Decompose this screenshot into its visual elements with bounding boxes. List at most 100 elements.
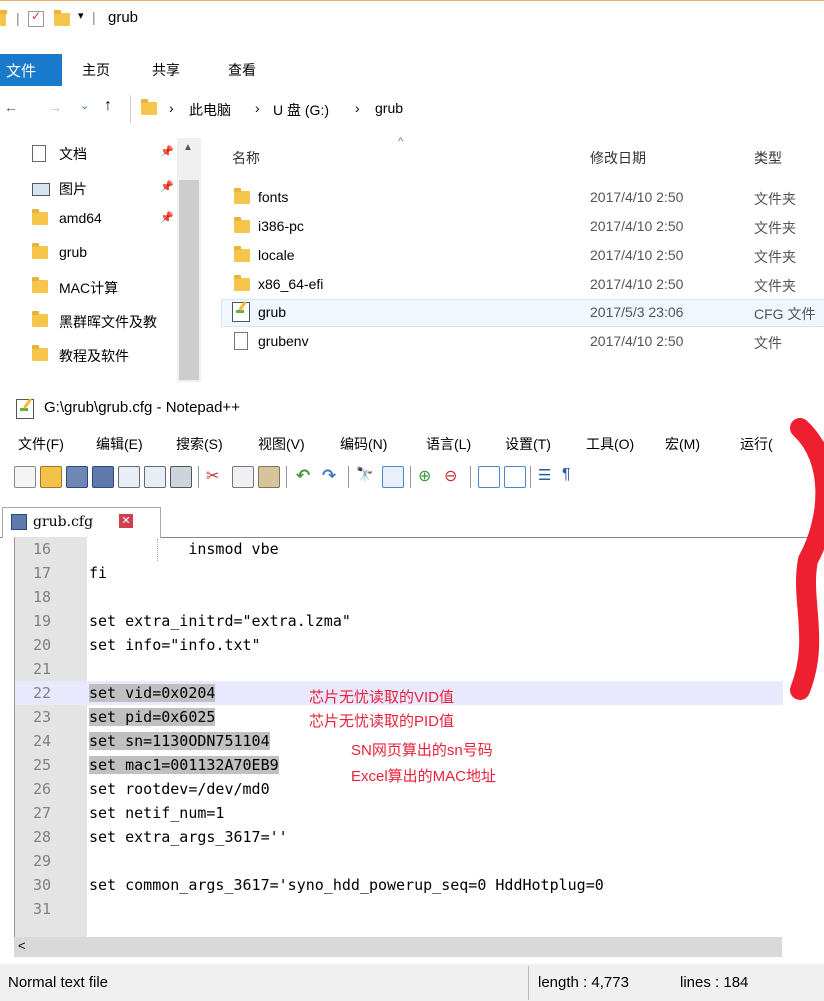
recent-locations-icon[interactable]: ⌄ (80, 99, 89, 112)
menu-macro[interactable]: 宏(M) (665, 434, 700, 454)
code-line[interactable]: 31 (15, 897, 783, 921)
nav-item-label: 文档 (59, 146, 87, 162)
file-icon (234, 332, 248, 350)
close-tab-icon[interactable]: ✕ (119, 514, 133, 528)
code-line[interactable]: 16 insmod vbe (15, 537, 783, 561)
file-row[interactable]: i386-pc 2017/4/10 2:50 文件夹 (222, 214, 824, 240)
line-number: 28 (33, 828, 52, 846)
column-header-type[interactable]: 类型 (754, 148, 782, 168)
breadcrumb-item[interactable]: 此电脑 (189, 100, 231, 120)
menu-encoding[interactable]: 编码(N) (340, 434, 387, 454)
zoom-in-icon[interactable]: ⊕ (418, 466, 438, 486)
ribbon-tab-home[interactable]: 主页 (82, 60, 110, 80)
line-number: 24 (33, 732, 52, 750)
file-row[interactable]: grubenv 2017/4/10 2:50 文件 (222, 329, 824, 355)
status-bar: Normal text file length : 4,773 lines : … (0, 964, 824, 1001)
menu-settings[interactable]: 设置(T) (505, 434, 551, 454)
folder-icon (32, 277, 48, 296)
sync-vertical-icon[interactable] (478, 466, 500, 488)
nav-item-amd64[interactable]: amd64 📌 (0, 206, 200, 232)
folder-icon (234, 246, 250, 265)
sync-horizontal-icon[interactable] (504, 466, 526, 488)
code-line[interactable]: 29 (15, 849, 783, 873)
nav-scrollbar-thumb[interactable] (179, 180, 199, 380)
save-all-icon[interactable] (92, 466, 114, 488)
menu-language[interactable]: 语言(L) (426, 434, 471, 454)
customize-quick-access-icon[interactable]: ▾ (78, 9, 84, 22)
scroll-up-icon[interactable]: ▲ (183, 142, 193, 153)
new-folder-icon[interactable] (54, 10, 70, 29)
menu-search[interactable]: 搜索(S) (176, 434, 223, 454)
code-line[interactable]: 18 (15, 585, 783, 609)
file-row-selected[interactable]: grub 2017/5/3 23:06 CFG 文件 (221, 299, 824, 327)
paste-icon[interactable] (258, 466, 280, 488)
menu-edit[interactable]: 编辑(E) (96, 434, 143, 454)
file-row[interactable]: x86_64-efi 2017/4/10 2:50 文件夹 (222, 272, 824, 298)
ribbon-tab-file[interactable]: 文件 (0, 54, 62, 86)
code-line[interactable]: 30 set common_args_3617='syno_hdd_powerup… (15, 873, 783, 897)
window-title: grub (108, 9, 139, 26)
code-editor[interactable]: 16 insmod vbe 17 fi 18 19 set extra_initrd="e… (14, 537, 783, 937)
line-number: 23 (33, 708, 52, 726)
document-type: Normal text file (8, 974, 109, 991)
horizontal-scrollbar[interactable]: < (14, 937, 782, 957)
show-all-characters-icon[interactable]: ¶ (562, 466, 582, 486)
column-header-date[interactable]: 修改日期 (590, 148, 646, 168)
properties-icon[interactable]: ✓ (28, 9, 44, 27)
nav-item-documents[interactable]: 文档 📌 (0, 140, 200, 166)
close-all-icon[interactable] (144, 466, 166, 488)
zoom-out-icon[interactable]: ⊖ (444, 466, 464, 486)
replace-icon[interactable] (382, 466, 404, 488)
scroll-left-icon[interactable]: < (18, 938, 26, 953)
cut-icon[interactable]: ✂ (206, 466, 226, 486)
forward-icon[interactable]: → (48, 99, 62, 115)
nav-item-label: 教程及软件 (59, 348, 129, 364)
up-icon[interactable]: ↑ (104, 97, 112, 115)
path-box[interactable]: › 此电脑 › U 盘 (G:) › grub (130, 95, 824, 123)
nav-item-grub[interactable]: grub (0, 240, 200, 266)
open-file-icon[interactable] (40, 466, 62, 488)
close-file-icon[interactable] (118, 466, 140, 488)
code-line[interactable]: 28 set extra_args_3617='' (15, 825, 783, 849)
print-icon[interactable] (170, 466, 192, 488)
file-name: i386-pc (258, 218, 304, 234)
line-number: 22 (33, 684, 52, 702)
document-lines: lines : 184 (680, 974, 749, 991)
code-line[interactable]: 20 set info="info.txt" (15, 633, 783, 657)
code-text: set info="info.txt" (89, 636, 261, 654)
scrollbar-thumb[interactable] (38, 939, 782, 955)
new-file-icon[interactable] (14, 466, 36, 488)
menu-tools[interactable]: 工具(O) (586, 434, 634, 454)
find-icon[interactable]: 🔭 (356, 466, 376, 486)
ribbon-tab-share[interactable]: 共享 (152, 60, 180, 80)
menu-file[interactable]: 文件(F) (18, 434, 64, 454)
code-line[interactable]: 21 (15, 657, 783, 681)
nav-item-mac[interactable]: MAC计算 (0, 274, 200, 300)
code-text: set extra_initrd="extra.lzma" (89, 612, 351, 630)
nav-item-pictures[interactable]: 图片 📌 (0, 175, 200, 201)
line-number: 20 (33, 636, 52, 654)
column-header-name[interactable]: 名称 (232, 148, 260, 168)
menu-run[interactable]: 运行( (740, 434, 773, 454)
ribbon-tab-view[interactable]: 查看 (228, 60, 256, 80)
code-line[interactable]: 19 set extra_initrd="extra.lzma" (15, 609, 783, 633)
word-wrap-icon[interactable]: ☰ (538, 466, 558, 486)
back-icon[interactable]: ← (4, 99, 18, 115)
nav-item-synology[interactable]: 黑群晖文件及教 (0, 308, 200, 334)
code-line[interactable]: 17 fi (15, 561, 783, 585)
breadcrumb-item[interactable]: U 盘 (G:) (273, 100, 329, 120)
nav-item-tutorials[interactable]: 教程及软件 (0, 342, 200, 368)
save-icon[interactable] (66, 466, 88, 488)
file-row[interactable]: locale 2017/4/10 2:50 文件夹 (222, 243, 824, 269)
file-row[interactable]: fonts 2017/4/10 2:50 文件夹 (222, 185, 824, 211)
copy-icon[interactable] (232, 466, 254, 488)
line-number: 18 (33, 588, 52, 606)
separator: | (92, 9, 96, 25)
tab-grub-cfg[interactable]: grub.cfg ✕ (2, 507, 161, 538)
breadcrumb-item[interactable]: grub (375, 100, 403, 116)
undo-icon[interactable]: ↶ (296, 466, 316, 486)
code-line[interactable]: 27 set netif_num=1 (15, 801, 783, 825)
redo-icon[interactable]: ↷ (322, 466, 342, 486)
menu-view[interactable]: 视图(V) (258, 434, 305, 454)
file-name: x86_64-efi (258, 276, 324, 292)
